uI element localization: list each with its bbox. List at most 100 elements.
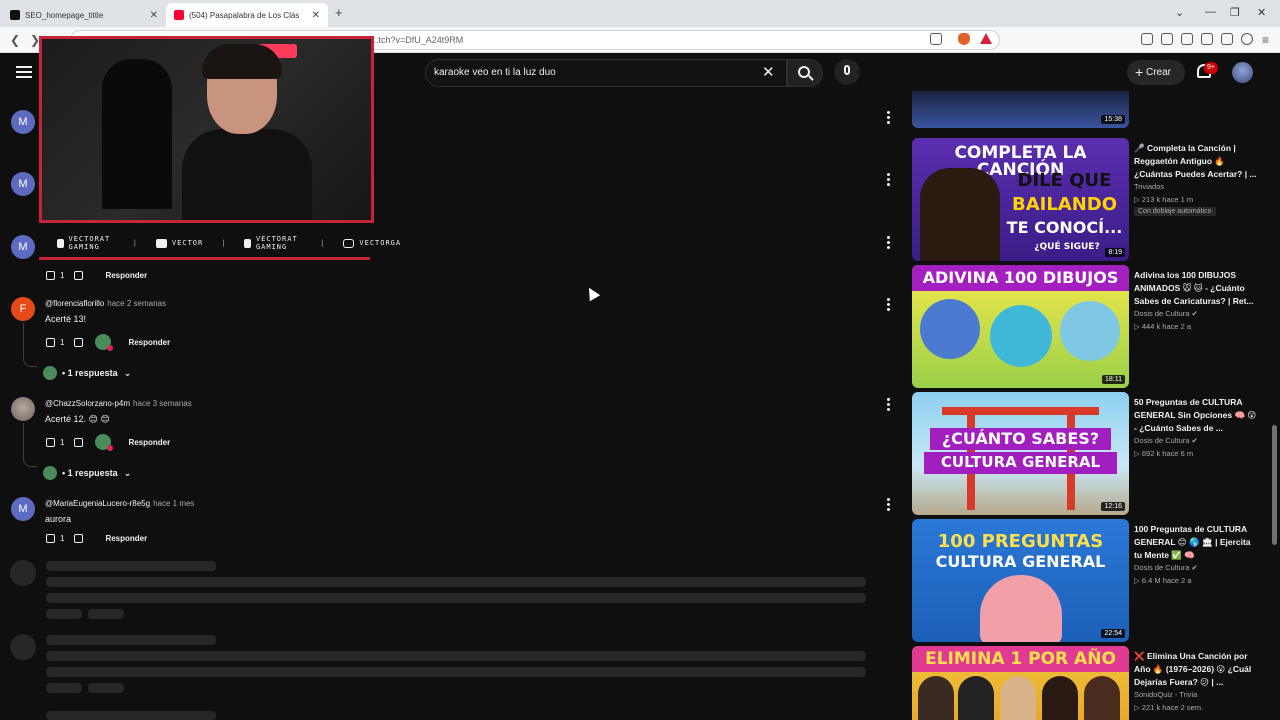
channel-name[interactable]: Dosis de Cultura ✔ bbox=[1134, 309, 1198, 318]
browser-tab-active[interactable]: (504) Pasapalabra de Los Clás ✕ bbox=[166, 3, 328, 27]
replies-toggle[interactable]: • 1 respuesta ⌄ bbox=[43, 366, 131, 380]
dislike-icon[interactable] bbox=[74, 437, 84, 447]
vpn-icon[interactable] bbox=[1241, 33, 1253, 45]
reply-button[interactable]: Responder bbox=[105, 271, 147, 280]
video-title[interactable]: Adivina los 100 DIBUJOS ANIMADOS 🐭 🐱 - ¿… bbox=[1134, 269, 1260, 308]
brain-illustration bbox=[980, 575, 1062, 642]
related-video[interactable]: 15:38 bbox=[912, 91, 1262, 128]
screen-icon[interactable] bbox=[930, 33, 942, 45]
channel-name[interactable]: Triviados bbox=[1134, 182, 1164, 191]
video-thumbnail[interactable]: 100 PREGUNTAS CULTURA GENERAL 22:54 bbox=[912, 519, 1129, 642]
close-icon[interactable]: ✕ bbox=[312, 10, 320, 21]
like-icon[interactable] bbox=[46, 437, 55, 447]
sidebar-icon[interactable] bbox=[1181, 33, 1193, 45]
back-icon[interactable]: ❮ bbox=[10, 33, 20, 47]
thumbnail-text: BAILANDO bbox=[1011, 194, 1118, 215]
brave-shield-icon[interactable] bbox=[958, 33, 970, 45]
mouse-cursor-icon bbox=[583, 284, 601, 302]
comment-text: Acerté 13! bbox=[45, 314, 87, 324]
comment-avatar[interactable]: M bbox=[11, 235, 35, 259]
comment-time[interactable]: hace 1 mes bbox=[153, 499, 194, 508]
related-video[interactable]: ADIVINA 100 DIBUJOS 18:11 Adivina los 10… bbox=[912, 265, 1262, 388]
like-icon[interactable] bbox=[46, 271, 55, 280]
video-title[interactable]: 50 Preguntas de CULTURA GENERAL Sin Opci… bbox=[1134, 396, 1260, 435]
related-video[interactable]: ¿CUÁNTO SABES? CULTURA GENERAL 12:16 50 … bbox=[912, 392, 1262, 515]
author-name[interactable]: @MariaEugeniaLucero-r8e5g bbox=[45, 499, 150, 508]
voice-search-button[interactable] bbox=[834, 59, 860, 85]
minimize-button[interactable]: — bbox=[1205, 6, 1216, 18]
video-thumbnail[interactable]: ADIVINA 100 DIBUJOS 18:11 bbox=[912, 265, 1129, 388]
more-icon[interactable] bbox=[887, 173, 890, 188]
new-tab-button[interactable]: + bbox=[335, 5, 343, 20]
more-icon[interactable] bbox=[887, 398, 890, 413]
music-icon[interactable] bbox=[1161, 33, 1173, 45]
clear-search-icon[interactable]: ✕ bbox=[762, 63, 775, 81]
close-window-button[interactable]: ✕ bbox=[1257, 6, 1266, 19]
video-thumbnail[interactable]: 15:38 bbox=[912, 91, 1129, 128]
related-video[interactable]: COMPLETA LA CANCIÓN DILE QUE BAILANDO TE… bbox=[912, 138, 1262, 261]
channel-name[interactable]: Dosis de Cultura ✔ bbox=[1134, 436, 1198, 445]
more-icon[interactable] bbox=[887, 111, 890, 126]
video-title[interactable]: ❌ Elimina Una Canción por Año 🔥 (1976–20… bbox=[1134, 650, 1260, 689]
dislike-icon[interactable] bbox=[74, 534, 84, 543]
like-count: 1 bbox=[60, 271, 65, 280]
maximize-button[interactable]: ❐ bbox=[1230, 6, 1240, 19]
video-thumbnail[interactable]: COMPLETA LA CANCIÓN DILE QUE BAILANDO TE… bbox=[912, 138, 1129, 261]
dislike-icon[interactable] bbox=[74, 337, 84, 347]
browser-tab-bar: SEO_homepage_tittle ✕ (504) Pasapalabra … bbox=[0, 0, 1280, 27]
menu-icon[interactable]: ≡ bbox=[1262, 33, 1269, 47]
dislike-icon[interactable] bbox=[74, 271, 84, 280]
more-icon[interactable] bbox=[887, 498, 890, 513]
comment-author[interactable]: @MariaEugeniaLucero-r8e5g hace 1 mes bbox=[45, 499, 194, 508]
menu-icon[interactable] bbox=[16, 66, 32, 81]
comment-time[interactable]: hace 2 semanas bbox=[107, 299, 166, 308]
mic-icon bbox=[844, 65, 850, 75]
author-name[interactable]: @ChazzSolorzano-p4m bbox=[45, 399, 130, 408]
rewards-icon[interactable] bbox=[980, 33, 992, 44]
comment-avatar[interactable]: M bbox=[11, 497, 35, 521]
overlay-accent-line bbox=[39, 257, 370, 260]
like-icon[interactable] bbox=[46, 534, 55, 543]
close-icon[interactable]: ✕ bbox=[150, 10, 158, 21]
comment-actions: 1 Responder bbox=[46, 534, 147, 543]
replies-toggle[interactable]: • 1 respuesta ⌄ bbox=[43, 466, 131, 480]
thumbnail-text: 100 PREGUNTAS bbox=[937, 531, 1104, 552]
comment-author[interactable]: @florenciaflorillo hace 2 semanas bbox=[45, 299, 166, 308]
video-title[interactable]: 🎤 Completa la Canción | Reggaetón Antigu… bbox=[1134, 142, 1260, 181]
reply-button[interactable]: Responder bbox=[128, 438, 170, 447]
comment-avatar[interactable] bbox=[11, 397, 35, 421]
create-button[interactable]: + Crear bbox=[1127, 60, 1185, 85]
comment-actions: 1 Responder bbox=[46, 271, 147, 280]
chevron-down-icon[interactable]: ⌄ bbox=[1175, 6, 1184, 19]
channel-name[interactable]: Dosis de Cultura ✔ bbox=[1134, 563, 1198, 572]
wallet-icon[interactable] bbox=[1201, 33, 1213, 45]
reply-button[interactable]: Responder bbox=[128, 338, 170, 347]
video-thumbnail[interactable]: ¿CUÁNTO SABES? CULTURA GENERAL 12:16 bbox=[912, 392, 1129, 515]
cartoon-circle bbox=[1060, 301, 1120, 361]
avatar[interactable] bbox=[1232, 62, 1253, 83]
comment-time[interactable]: hace 3 semanas bbox=[133, 399, 192, 408]
comment-actions: 1 Responder bbox=[46, 434, 170, 451]
search-button[interactable] bbox=[787, 59, 823, 87]
more-icon[interactable] bbox=[887, 236, 890, 251]
author-name[interactable]: @florenciaflorillo bbox=[45, 299, 104, 308]
search-input[interactable]: karaoke veo en ti la luz duo bbox=[425, 59, 787, 87]
video-meta: ▷ 221 k hace 2 sem. bbox=[1134, 703, 1204, 712]
comment-avatar[interactable]: F bbox=[11, 297, 35, 321]
comment-avatar[interactable]: M bbox=[11, 172, 35, 196]
extensions-icon[interactable] bbox=[1141, 33, 1153, 45]
related-video[interactable]: 100 PREGUNTAS CULTURA GENERAL 22:54 100 … bbox=[912, 519, 1262, 642]
comment-avatar[interactable]: M bbox=[11, 110, 35, 134]
browser-tab[interactable]: SEO_homepage_tittle ✕ bbox=[2, 3, 166, 27]
comment-author[interactable]: @ChazzSolorzano-p4m hace 3 semanas bbox=[45, 399, 192, 408]
more-icon[interactable] bbox=[887, 298, 890, 313]
avatar bbox=[43, 466, 57, 480]
reply-button[interactable]: Responder bbox=[105, 534, 147, 543]
scrollbar[interactable] bbox=[1272, 425, 1277, 545]
leo-icon[interactable] bbox=[1221, 33, 1233, 45]
video-thumbnail[interactable]: ELIMINA 1 POR AÑO bbox=[912, 646, 1129, 720]
like-icon[interactable] bbox=[46, 337, 55, 347]
related-video[interactable]: ELIMINA 1 POR AÑO ❌ Elimina Una Canción … bbox=[912, 646, 1262, 720]
channel-name[interactable]: SonidoQuiz - Trivia bbox=[1134, 690, 1197, 699]
video-title[interactable]: 100 Preguntas de CULTURA GENERAL 😊 🌎 🏛 |… bbox=[1134, 523, 1260, 562]
